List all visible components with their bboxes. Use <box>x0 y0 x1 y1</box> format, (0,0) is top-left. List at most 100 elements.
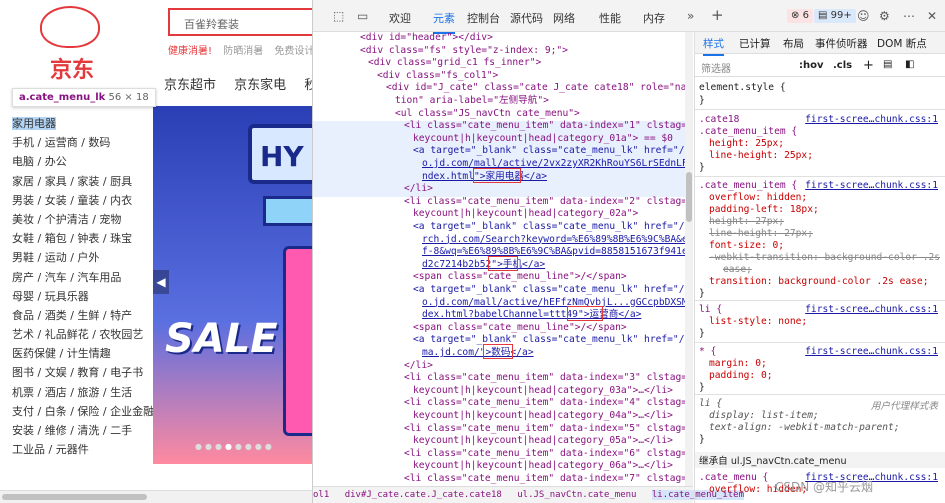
tab-dom-breakpoints[interactable]: DOM 断点 <box>877 36 927 51</box>
style-source-link[interactable]: first-scree…chunk.css:1 <box>805 304 938 315</box>
hotword-link[interactable]: 防晒消暑 <box>223 46 263 57</box>
computed-sidebar-icon[interactable]: ◧ <box>905 59 914 70</box>
style-line[interactable]: line-height: 25px; <box>709 150 813 161</box>
promo-banner[interactable]: HY SALE <box>153 106 312 464</box>
category-item[interactable]: 房产 / 汽车 / 汽车用品 <box>12 268 152 287</box>
tab-event-listeners[interactable]: 事件侦听器 <box>815 36 868 51</box>
jd-logo-text[interactable]: 京东 <box>50 52 94 84</box>
style-line[interactable]: height: 25px; <box>709 138 784 149</box>
style-line[interactable]: -webkit-transition: background-color .2s <box>709 252 940 263</box>
jd-dog-logo-icon[interactable] <box>40 6 100 48</box>
dom-line[interactable]: <li class="cate_menu_item" data-index="2… <box>404 196 693 209</box>
cls-toggle[interactable]: .cls <box>833 60 852 71</box>
elements-tree[interactable]: <div id="header"></div> <div class="fs" … <box>313 32 693 486</box>
category-item[interactable]: 家用电器 <box>12 114 152 133</box>
dom-line[interactable]: keycount|h|keycount|head|category_03a">…… <box>413 385 673 398</box>
dom-line[interactable]: <div id="header"></div> <box>360 32 493 45</box>
scrollbar-thumb[interactable] <box>686 172 692 222</box>
tab-network[interactable]: 网络 <box>553 10 575 26</box>
tab-layout[interactable]: 布局 <box>783 36 804 51</box>
toggle-element-state-icon[interactable]: ▤ <box>883 59 892 70</box>
dom-line[interactable]: <div class="fs_col1"> <box>377 70 498 83</box>
tab-memory[interactable]: 内存 <box>643 10 665 26</box>
style-source-link[interactable]: first-scree…chunk.css:1 <box>805 114 938 125</box>
style-source-link[interactable]: first-scree…chunk.css:1 <box>805 346 938 357</box>
category-item[interactable]: 手机 / 运营商 / 数码 <box>12 133 152 152</box>
dom-line[interactable]: <div class="fs" style="z-index: 9;"> <box>360 45 568 58</box>
dom-line[interactable]: <li class="cate_menu_item" data-index="3… <box>404 372 693 385</box>
horizontal-scrollbar[interactable] <box>0 490 312 503</box>
search-input[interactable]: 百雀羚套装 <box>168 8 312 36</box>
breadcrumb-item[interactable]: ul.JS_navCtn.cate_menu <box>517 490 636 500</box>
tab-welcome[interactable]: 欢迎 <box>389 10 411 26</box>
dom-line[interactable]: <li class="cate_menu_item" data-index="7… <box>404 473 693 486</box>
style-source-link[interactable]: first-scree…chunk.css:1 <box>805 180 938 191</box>
elements-scrollbar[interactable] <box>685 32 693 486</box>
dom-line[interactable]: rch.jd.com/Search?keyword=%E6%89%8B%E6%9… <box>422 234 693 247</box>
error-count-badge[interactable]: ⊗ 6 <box>787 9 813 23</box>
dom-line[interactable]: <ul class="JS_navCtn cate_menu"> <box>395 108 580 121</box>
dom-line[interactable]: <li class="cate_menu_item" data-index="4… <box>404 397 693 410</box>
category-item[interactable]: 安装 / 维修 / 清洗 / 二手 <box>12 421 152 440</box>
category-item[interactable]: 家居 / 家具 / 家装 / 厨具 <box>12 172 152 191</box>
banner-prev-arrow-icon[interactable]: ◀ <box>153 270 169 294</box>
scrollbar-thumb[interactable] <box>2 494 147 500</box>
style-line[interactable]: display: list-item; <box>709 410 819 421</box>
category-item[interactable]: 男鞋 / 运动 / 户外 <box>12 248 152 267</box>
hotword-link[interactable]: 健康消暑! <box>168 46 212 57</box>
dom-line[interactable]: d2c7214b2b52">手机</a> <box>422 259 545 272</box>
dom-line[interactable]: <li class="cate_menu_item" data-index="6… <box>404 448 693 461</box>
dom-line[interactable]: <span class="cate_menu_line">/</span> <box>413 322 627 335</box>
filter-input[interactable]: 筛选器 <box>701 60 731 75</box>
dom-line[interactable]: </li> <box>404 183 433 196</box>
style-line[interactable]: padding-left: 18px; <box>709 204 819 215</box>
more-tabs-icon[interactable]: » <box>687 9 694 23</box>
dom-line[interactable]: o.jd.com/mall/active/hEFfzNmQvbjL...gGCc… <box>422 297 693 310</box>
dom-line[interactable]: keycount|h|keycount|head|category_01a"> … <box>413 133 673 146</box>
category-label[interactable]: 家用电器 <box>12 117 56 130</box>
style-line[interactable]: .cate_menu { <box>699 472 768 483</box>
category-item[interactable]: 美妆 / 个护清洁 / 宠物 <box>12 210 152 229</box>
style-line[interactable]: .cate18 <box>699 114 739 125</box>
breadcrumb-item[interactable]: div#J_cate.cate.J_cate.cate18 <box>345 490 502 500</box>
dom-line[interactable]: tion" aria-label="左侧导航"> <box>395 95 549 108</box>
more-options-icon[interactable]: ⋯ <box>903 9 915 23</box>
dom-line[interactable]: </li> <box>404 360 433 373</box>
dom-line[interactable]: keycount|h|keycount|head|category_04a">…… <box>413 410 673 423</box>
category-item[interactable]: 图书 / 文娱 / 教育 / 电子书 <box>12 363 152 382</box>
dom-line[interactable]: o.jd.com/mall/active/2vx2zyXR2KhRouYS6Lr… <box>422 158 693 171</box>
dom-line[interactable]: <a target="_blank" class="cate_menu_lk" … <box>413 221 693 234</box>
hotword-link[interactable]: 免费设计 <box>274 46 312 57</box>
style-line[interactable]: line-height: 27px; <box>709 228 813 239</box>
dom-line[interactable]: ma.jd.com/">数码</a> <box>422 347 534 360</box>
category-item[interactable]: 女鞋 / 箱包 / 钟表 / 珠宝 <box>12 229 152 248</box>
inherited-from-header[interactable]: 继承自 ul.JS_navCtn.cate_menu <box>695 452 945 468</box>
category-item[interactable]: 男装 / 女装 / 童装 / 内衣 <box>12 191 152 210</box>
dom-line[interactable]: <div class="grid_c1 fs_inner"> <box>368 57 541 70</box>
dom-line[interactable]: keycount|h|keycount|head|category_02a"> <box>413 208 638 221</box>
style-line[interactable]: .cate_menu_item { <box>699 180 797 191</box>
tab-computed[interactable]: 已计算 <box>739 36 771 51</box>
style-line[interactable]: li { <box>699 304 722 315</box>
tab-sources[interactable]: 源代码 <box>510 10 543 26</box>
style-line[interactable]: padding: 0; <box>709 370 773 381</box>
category-item[interactable]: 母婴 / 玩具乐器 <box>12 287 152 306</box>
style-line[interactable]: font-size: 0; <box>709 240 784 251</box>
breadcrumb-item[interactable]: ol1 <box>313 490 329 500</box>
dom-line[interactable]: <a target="_blank" class="cate_menu_lk" … <box>413 334 693 347</box>
close-icon[interactable]: ✕ <box>927 9 937 23</box>
add-tab-icon[interactable]: + <box>711 6 724 24</box>
dom-line[interactable]: <li class="cate_menu_item" data-index="1… <box>404 120 693 133</box>
category-item[interactable]: 机票 / 酒店 / 旅游 / 生活 <box>12 383 152 402</box>
style-line[interactable]: li { <box>699 398 722 409</box>
nav-item[interactable]: 京东家电 <box>234 78 286 93</box>
dom-line[interactable]: <div id="J_cate" class="cate J_cate cate… <box>386 82 693 95</box>
hov-toggle[interactable]: :hov <box>799 60 824 71</box>
category-item[interactable]: 工业品 / 元器件 <box>12 440 152 459</box>
style-line[interactable]: transition: background-color .2s ease; <box>709 276 929 287</box>
gear-icon[interactable]: ⚙ <box>879 9 890 23</box>
tab-performance[interactable]: 性能 <box>599 10 621 26</box>
style-line[interactable]: height: 27px; <box>709 216 784 227</box>
tab-styles[interactable]: 样式 <box>703 36 724 56</box>
dom-line[interactable]: keycount|h|keycount|head|category_05a">…… <box>413 435 673 448</box>
